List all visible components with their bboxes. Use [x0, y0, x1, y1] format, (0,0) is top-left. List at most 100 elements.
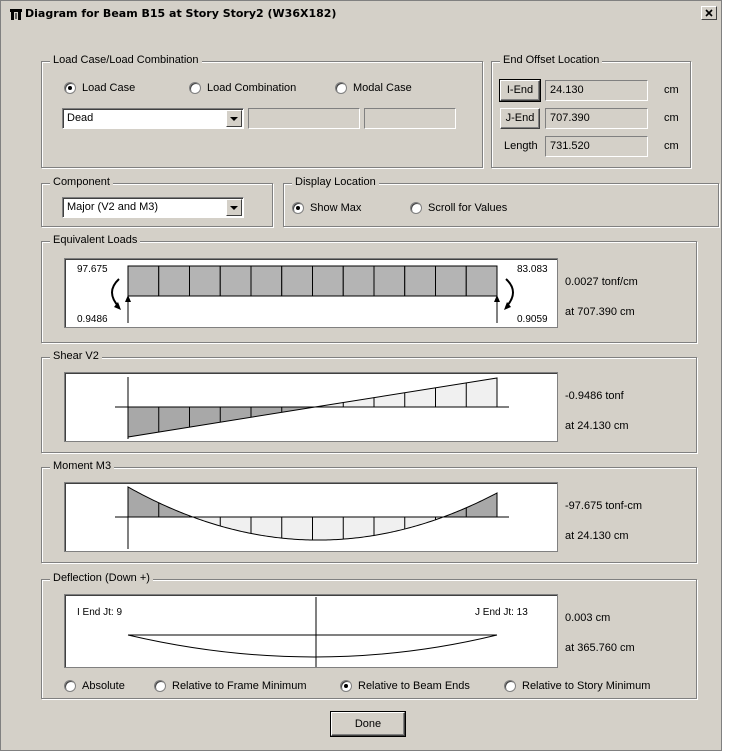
i-end-offset-field: 24.130: [545, 80, 648, 101]
radio-load-case-label: Load Case: [82, 82, 136, 94]
display-location-group: Display Location Show Max Scroll for Val…: [283, 176, 719, 227]
right-reaction-label: 0.9059: [517, 314, 548, 325]
equivalent-loads-legend: Equivalent Loads: [50, 234, 141, 246]
radio-show-max[interactable]: Show Max: [292, 202, 361, 214]
end-offset-group: End Offset Location I-End 24.130 cm J-En…: [491, 54, 691, 168]
right-reaction-arrow-icon: [494, 295, 500, 323]
equivalent-loads-svg: 97.675 0.9486 83.083 0.9059: [77, 264, 548, 325]
shear-group: Shear V2 -0.9486 tonf at 24.130 cm: [41, 350, 697, 453]
deflection-group: Deflection (Down +) I End Jt: 9 J End Jt…: [41, 572, 697, 699]
radio-relative-story-minimum[interactable]: Relative to Story Minimum: [504, 680, 650, 692]
left-reaction-label: 0.9486: [77, 314, 108, 325]
deflection-svg: I End Jt: 9 J End Jt: 13: [77, 597, 528, 667]
load-segment: [373, 265, 406, 297]
shear-info-line2: at 24.130 cm: [565, 420, 629, 432]
shear-info-line1: -0.9486 tonf: [565, 390, 624, 402]
radio-dot: [340, 680, 352, 692]
left-reaction-arrow-icon: [125, 295, 131, 323]
component-select[interactable]: Major (V2 and M3): [62, 197, 244, 218]
app-icon: [10, 9, 22, 20]
j-end-button-label: J-End: [505, 112, 535, 124]
radio-relative-beam-ends[interactable]: Relative to Beam Ends: [340, 680, 470, 692]
equivalent-loads-info-line1: 0.0027 tonf/cm: [565, 276, 638, 288]
radio-modal-case-label: Modal Case: [353, 82, 412, 94]
radio-modal-case[interactable]: Modal Case: [335, 82, 412, 94]
j-end-offset-unit: cm: [664, 112, 679, 124]
shear-svg: [115, 377, 509, 439]
deflection-info-line2: at 365.760 cm: [565, 642, 635, 654]
modal-select-disabled: [364, 108, 456, 129]
load-segment: [158, 265, 190, 297]
moment-info-line2: at 24.130 cm: [565, 530, 629, 542]
load-segment: [312, 265, 344, 297]
radio-relative-frame-minimum-label: Relative to Frame Minimum: [172, 680, 307, 692]
radio-dot: [504, 680, 516, 692]
component-value: Major (V2 and M3): [67, 201, 159, 213]
load-segment: [404, 265, 436, 297]
load-segment: [219, 265, 252, 297]
shear-legend: Shear V2: [50, 350, 102, 362]
i-end-offset-unit: cm: [664, 84, 679, 96]
load-segment: [435, 265, 467, 297]
component-group: Component Major (V2 and M3): [41, 176, 273, 227]
radio-relative-story-minimum-label: Relative to Story Minimum: [522, 680, 651, 692]
length-unit: cm: [664, 140, 679, 152]
equivalent-loads-info-line2: at 707.390 cm: [565, 306, 635, 318]
component-legend: Component: [50, 176, 113, 188]
done-button[interactable]: Done: [330, 711, 406, 737]
radio-dot: [64, 680, 76, 692]
title-bar[interactable]: Diagram for Beam B15 at Story Story2 (W3…: [3, 3, 719, 25]
radio-dot: [410, 202, 422, 214]
radio-dot: [335, 82, 347, 94]
close-button[interactable]: [701, 6, 717, 20]
length-field: 731.520: [545, 136, 648, 157]
radio-load-combination[interactable]: Load Combination: [189, 82, 296, 94]
j-end-button[interactable]: J-End: [500, 108, 540, 129]
equivalent-loads-plot: 97.675 0.9486 83.083 0.9059: [64, 258, 558, 328]
window-title: Diagram for Beam B15 at Story Story2 (W3…: [25, 7, 337, 20]
i-end-joint-label: I End Jt: 9: [77, 607, 122, 618]
load-case-group: Load Case/Load Combination Load Case Loa…: [41, 54, 483, 168]
radio-dot: [64, 82, 76, 94]
left-moment-label: 97.675: [77, 264, 108, 275]
radio-load-case[interactable]: Load Case: [64, 82, 135, 94]
chevron-down-icon[interactable]: [226, 110, 242, 127]
radio-scroll-values-label: Scroll for Values: [428, 202, 508, 214]
load-case-legend: Load Case/Load Combination: [50, 54, 202, 66]
j-end-joint-label: J End Jt: 13: [475, 607, 528, 618]
left-moment-arrow-icon: [111, 278, 121, 310]
load-segment: [281, 265, 313, 297]
radio-relative-beam-ends-label: Relative to Beam Ends: [358, 680, 470, 692]
j-end-offset-field: 707.390: [545, 108, 648, 129]
shear-plot: [64, 372, 558, 442]
close-icon: [705, 9, 713, 17]
right-moment-arrow-icon: [504, 278, 514, 310]
i-end-offset-value: 24.130: [550, 84, 584, 96]
deflection-legend: Deflection (Down +): [50, 572, 153, 584]
moment-info-line1: -97.675 tonf-cm: [565, 500, 643, 512]
equivalent-loads-group: Equivalent Loads 97.675 0.9486 83.083 0.…: [41, 234, 697, 343]
i-end-button-label: I-End: [506, 84, 534, 96]
chevron-down-icon[interactable]: [226, 199, 242, 216]
deflection-info: 0.003 cm at 365.760 cm: [565, 596, 635, 671]
load-case-select[interactable]: Dead: [62, 108, 244, 129]
radio-scroll-values[interactable]: Scroll for Values: [410, 202, 507, 214]
deflection-info-line1: 0.003 cm: [565, 612, 611, 624]
load-segment: [127, 265, 160, 297]
shear-info: -0.9486 tonf at 24.130 cm: [565, 374, 629, 449]
moment-info: -97.675 tonf-cm at 24.130 cm: [565, 484, 642, 559]
moment-legend: Moment M3: [50, 460, 115, 472]
load-segment: [189, 265, 221, 297]
load-segment: [465, 265, 498, 297]
radio-relative-frame-minimum[interactable]: Relative to Frame Minimum: [154, 680, 306, 692]
display-location-legend: Display Location: [292, 176, 379, 188]
right-moment-label: 83.083: [517, 264, 548, 275]
diagram-dialog: Diagram for Beam B15 at Story Story2 (W3…: [0, 0, 722, 751]
radio-absolute-label: Absolute: [82, 680, 125, 692]
radio-absolute[interactable]: Absolute: [64, 680, 125, 692]
deflection-plot: I End Jt: 9 J End Jt: 13: [64, 594, 558, 668]
radio-show-max-label: Show Max: [310, 202, 362, 214]
radio-dot: [189, 82, 201, 94]
moment-plot: [64, 482, 558, 552]
i-end-button[interactable]: I-End: [499, 79, 541, 102]
